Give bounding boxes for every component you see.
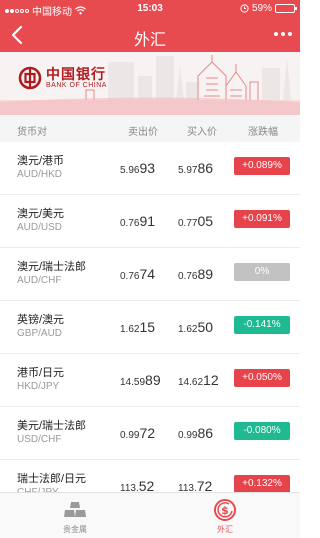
sell-price: 0.9972 (120, 425, 155, 441)
buy-price-prefix: 0.76 (178, 271, 198, 282)
status-bar: 中国移动 15:03 59% (0, 0, 300, 18)
change-badge: +0.132% (234, 475, 290, 493)
sell-price: 0.7691 (120, 213, 155, 229)
sell-price-pips: 89 (145, 372, 161, 388)
buy-price-pips: 50 (197, 319, 214, 335)
sell-price-pips: 15 (139, 319, 156, 335)
currency-pair-code: HKD/JPY (17, 381, 60, 392)
bank-of-china-logo-icon (18, 66, 42, 90)
sell-price-prefix: 0.76 (120, 218, 140, 229)
sell-price-pips: 72 (139, 425, 156, 441)
sell-price: 1.6215 (120, 319, 155, 335)
gold-bars-icon (64, 502, 86, 517)
header-pair: 货币对 (17, 127, 47, 138)
buy-price: 14.6212 (178, 372, 219, 388)
forex-exchange-icon: $ (214, 499, 236, 521)
buy-price-prefix: 0.77 (178, 218, 198, 229)
quote-row[interactable]: 澳元/美元 AUD/USD 0.7691 0.7705 +0.091% (0, 195, 300, 248)
header-sell: 卖出价 (128, 127, 158, 138)
tab-label: 外汇 (217, 525, 233, 534)
buy-price-prefix: 5.97 (178, 165, 198, 176)
sell-price: 5.9693 (120, 160, 155, 176)
currency-pair-name: 澳元/美元 (17, 208, 65, 220)
buy-price: 0.7689 (178, 266, 213, 282)
buy-price-pips: 86 (197, 160, 214, 176)
battery-icon (275, 4, 297, 13)
buy-price-pips: 05 (197, 213, 214, 229)
buy-price: 0.9986 (178, 425, 213, 441)
sell-price-prefix: 14.59 (120, 377, 146, 388)
buy-price: 5.9786 (178, 160, 213, 176)
tab-precious-metals[interactable]: 贵金属 (0, 493, 150, 538)
buy-price-prefix: 1.62 (178, 324, 198, 335)
page-title: 外汇 (133, 32, 166, 49)
sell-price-pips: 91 (139, 213, 156, 229)
sell-price-prefix: 0.76 (120, 271, 140, 282)
currency-pair-name: 澳元/港币 (17, 155, 65, 167)
buy-price-pips: 86 (197, 425, 214, 441)
quote-row[interactable]: 澳元/港币 AUD/HKD 5.9693 5.9786 +0.089% (0, 142, 300, 195)
currency-pair-name: 瑞士法郎/日元 (17, 473, 87, 485)
quote-row[interactable]: 澳元/瑞士法郎 AUD/CHF 0.7674 0.7689 0% (0, 248, 300, 301)
change-badge: +0.091% (234, 210, 290, 228)
bottom-tab-bar: 贵金属 $ 外汇 (0, 492, 300, 538)
currency-pair-name: 英镑/澳元 (17, 314, 65, 326)
sell-price-prefix: 0.99 (120, 430, 140, 441)
buy-price-pips: 89 (197, 266, 214, 282)
navigation-bar: 外汇 (0, 18, 300, 52)
change-badge: -0.080% (234, 422, 290, 440)
sell-price: 0.7674 (120, 266, 155, 282)
change-badge: 0% (234, 263, 290, 281)
currency-pair-name: 美元/瑞士法郎 (17, 420, 87, 432)
change-badge: +0.089% (234, 157, 290, 175)
bank-name-en: BANK OF CHINA (46, 82, 107, 89)
currency-pair-code: USD/CHF (17, 434, 62, 445)
tab-forex[interactable]: $ 外汇 (150, 493, 300, 538)
bank-name-cn: 中国银行 (46, 66, 106, 82)
bank-of-china-logo: 中国银行 BANK OF CHINA (18, 66, 107, 90)
table-header: 货币对 卖出价 买入价 涨跌幅 (0, 115, 300, 142)
buy-price-prefix: 14.62 (178, 377, 204, 388)
buy-price-prefix: 0.99 (178, 430, 198, 441)
change-badge: -0.141% (234, 316, 290, 334)
sell-price-pips: 74 (139, 266, 156, 282)
svg-text:$: $ (221, 504, 229, 517)
tab-label: 贵金属 (63, 525, 87, 534)
quote-row[interactable]: 美元/瑞士法郎 USD/CHF 0.9972 0.9986 -0.080% (0, 407, 300, 460)
header-change: 涨跌幅 (248, 127, 278, 138)
currency-pair-code: GBP/AUD (17, 328, 63, 339)
change-badge: +0.050% (234, 369, 290, 387)
quote-list: 澳元/港币 AUD/HKD 5.9693 5.9786 +0.089% 澳元/美元 AUD/… (0, 142, 300, 513)
currency-pair-code: AUD/HKD (17, 169, 63, 180)
alarm-icon (240, 4, 249, 13)
currency-pair-name: 港币/日元 (17, 367, 65, 379)
bank-banner: 中国银行 BANK OF CHINA (0, 52, 300, 115)
sell-price: 14.5989 (120, 372, 161, 388)
currency-pair-code: AUD/CHF (17, 275, 62, 286)
sell-price-prefix: 5.96 (120, 165, 140, 176)
currency-pair-code: AUD/USD (17, 222, 63, 233)
buy-price: 0.7705 (178, 213, 213, 229)
quote-row[interactable]: 英镑/澳元 GBP/AUD 1.6215 1.6250 -0.141% (0, 301, 300, 354)
sell-price-prefix: 1.62 (120, 324, 140, 335)
buy-price-pips: 12 (203, 372, 219, 388)
buy-price: 1.6250 (178, 319, 213, 335)
quote-row[interactable]: 港币/日元 HKD/JPY 14.5989 14.6212 +0.050% (0, 354, 300, 407)
more-options-icon[interactable] (274, 32, 292, 36)
currency-pair-name: 澳元/瑞士法郎 (17, 261, 87, 273)
header-buy: 买入价 (187, 127, 217, 138)
sell-price-pips: 93 (139, 160, 156, 176)
battery-percent: 59% (251, 3, 272, 14)
